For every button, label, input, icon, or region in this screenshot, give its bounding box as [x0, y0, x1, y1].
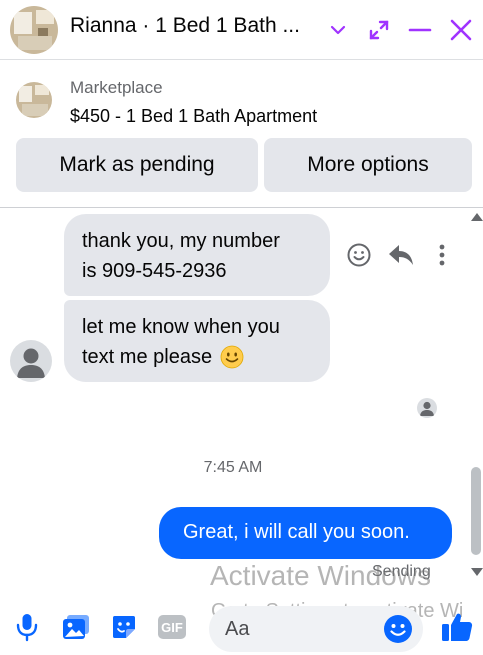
- message-text-line: text me please: [82, 342, 312, 372]
- message-timestamp: 7:45 AM: [203, 459, 263, 476]
- minimize-icon[interactable]: [402, 12, 438, 48]
- expand-icon[interactable]: [361, 12, 397, 48]
- scroll-down-arrow[interactable]: [471, 568, 483, 576]
- gif-label: GIF: [158, 615, 186, 639]
- reply-icon[interactable]: [387, 242, 415, 268]
- sticker-icon[interactable]: [107, 610, 141, 644]
- message-text: let me know when you: [82, 316, 280, 338]
- sender-avatar[interactable]: [10, 340, 52, 382]
- scroll-thumb[interactable]: [471, 467, 481, 555]
- listing-source: Marketplace: [70, 78, 163, 97]
- message-composer: GIF: [0, 600, 483, 655]
- photo-icon[interactable]: [59, 610, 93, 644]
- mic-icon[interactable]: [10, 610, 44, 644]
- incoming-message[interactable]: let me know when you text me please: [64, 300, 330, 382]
- contact-avatar[interactable]: [10, 6, 58, 54]
- gif-icon[interactable]: GIF: [155, 610, 189, 644]
- listing-thumbnail[interactable]: [16, 82, 52, 118]
- more-options-button[interactable]: More options: [264, 138, 472, 192]
- listing-title[interactable]: $450 - 1 Bed 1 Bath Apartment: [70, 106, 317, 127]
- more-dots-icon[interactable]: [434, 242, 450, 268]
- smiling-emoji-icon: [220, 345, 244, 369]
- message-text: thank you, my number: [82, 230, 280, 252]
- message-input-box[interactable]: [209, 606, 423, 652]
- emoji-icon[interactable]: [383, 614, 413, 644]
- scrollbar[interactable]: [469, 209, 483, 579]
- seen-receipt-avatar: [417, 398, 437, 418]
- marketplace-listing-card: Marketplace $450 - 1 Bed 1 Bath Apartmen…: [0, 62, 483, 208]
- incoming-message[interactable]: thank you, my number is 909-545-2936: [64, 214, 330, 296]
- activate-windows-watermark: Activate Windows: [210, 560, 431, 591]
- mark-as-pending-button[interactable]: Mark as pending: [16, 138, 258, 192]
- message-thread[interactable]: thank you, my number is 909-545-2936 let…: [0, 209, 483, 599]
- outgoing-message[interactable]: Great, i will call you soon.: [159, 507, 452, 559]
- message-input[interactable]: [225, 616, 375, 642]
- message-text: text me please: [82, 346, 213, 368]
- chat-header: Rianna · 1 Bed 1 Bath ...: [0, 0, 483, 60]
- like-icon[interactable]: [440, 610, 474, 644]
- message-text: is 909-545-2936: [82, 260, 227, 282]
- scroll-up-arrow[interactable]: [471, 213, 483, 221]
- conversation-title[interactable]: Rianna · 1 Bed 1 Bath ...: [70, 14, 300, 38]
- emoji-react-icon[interactable]: [346, 242, 372, 268]
- chevron-down-icon[interactable]: [320, 12, 356, 48]
- message-text: Great, i will call you soon.: [183, 521, 410, 543]
- close-icon[interactable]: [443, 12, 479, 48]
